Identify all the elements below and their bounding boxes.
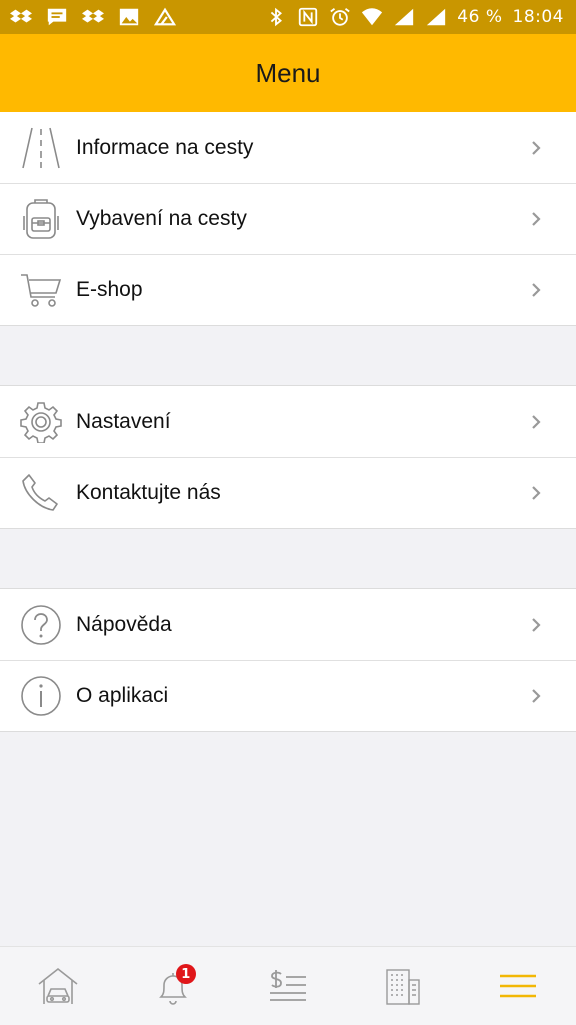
image-icon (118, 7, 140, 27)
app-icon (154, 7, 176, 27)
dropbox-icon (10, 7, 32, 27)
chevron-right-icon (530, 688, 542, 704)
signal-icon (393, 7, 415, 27)
dropbox-icon (82, 7, 104, 27)
cart-icon (20, 269, 62, 311)
gear-icon (20, 401, 62, 443)
signal-icon (425, 7, 447, 27)
menu-item-label: O aplikaci (76, 684, 169, 707)
price-list-icon (269, 970, 306, 1001)
tab-home[interactable] (28, 956, 88, 1016)
chevron-right-icon (530, 617, 542, 633)
menu-item-contact[interactable]: Kontaktujte nás (0, 457, 576, 528)
menu-item-label: Kontaktujte nás (76, 481, 221, 504)
menu-item-about[interactable]: O aplikaci (0, 660, 576, 731)
wifi-icon (361, 7, 383, 27)
tab-notifications[interactable]: 1 (143, 956, 203, 1016)
menu-item-label: Informace na cesty (76, 135, 254, 159)
battery-level: 46 % (457, 7, 503, 27)
menu-item-travel-equipment[interactable]: Vybavení na cesty (0, 183, 576, 254)
status-notifications (10, 7, 176, 27)
menu-item-label: E-shop (76, 278, 143, 301)
tab-buildings[interactable] (373, 956, 433, 1016)
chevron-right-icon (530, 211, 542, 227)
chevron-right-icon (530, 414, 542, 430)
menu-item-help[interactable]: Nápověda (0, 589, 576, 660)
info-icon (20, 675, 62, 717)
menu-item-label: Vybavení na cesty (76, 207, 247, 230)
app-header: Menu (0, 34, 576, 112)
tab-menu[interactable] (488, 956, 548, 1016)
chevron-right-icon (530, 485, 542, 501)
phone-icon (20, 472, 62, 514)
message-icon (46, 7, 68, 27)
menu-item-settings[interactable]: Nastavení (0, 386, 576, 457)
home-car-icon (38, 967, 78, 1004)
chevron-right-icon (530, 140, 542, 156)
menu-group-settings: Nastavení Kontaktujte nás (0, 385, 576, 529)
notification-badge: 1 (175, 964, 196, 984)
menu-item-label: Nastavení (76, 409, 171, 433)
menu-item-road-info[interactable]: Informace na cesty (0, 112, 576, 183)
menu-item-label: Nápověda (76, 612, 172, 636)
menu-group-travel: Informace na cesty Vybavení na cesty E-s… (0, 112, 576, 326)
backpack-icon (20, 198, 62, 240)
alarm-icon (329, 7, 351, 27)
clock: 18:04 (512, 7, 564, 27)
road-icon (20, 127, 62, 169)
building-icon (386, 969, 420, 1005)
chevron-right-icon (530, 282, 542, 298)
bottom-tab-bar: 1 (0, 946, 576, 1025)
status-system: 46 % 18:04 (265, 7, 564, 27)
help-icon (20, 604, 62, 646)
nfc-icon (297, 7, 319, 27)
menu-group-help: Nápověda O aplikaci (0, 588, 576, 732)
tab-price-list[interactable] (258, 956, 318, 1016)
page-title: Menu (255, 57, 321, 88)
status-bar: 46 % 18:04 (0, 0, 576, 34)
menu-item-eshop[interactable]: E-shop (0, 254, 576, 325)
menu-icon (500, 974, 537, 998)
bluetooth-icon (265, 7, 287, 27)
